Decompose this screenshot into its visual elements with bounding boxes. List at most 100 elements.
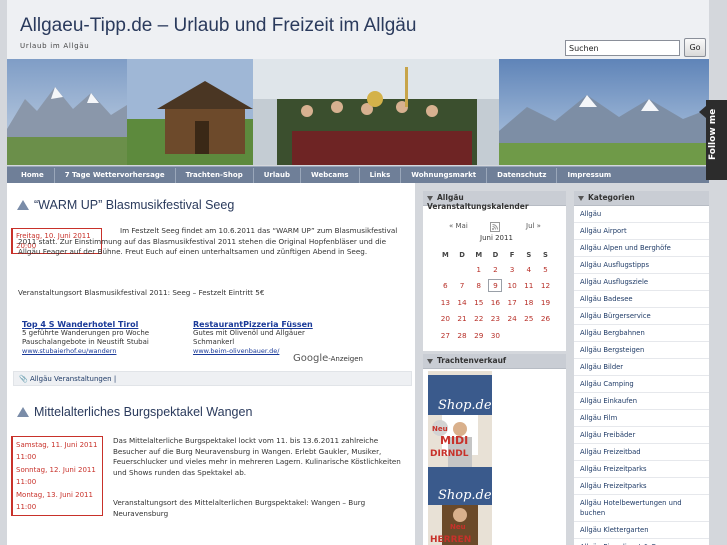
post-title-text[interactable]: Mittelalterliches Burgspektakel Wangen bbox=[34, 405, 252, 419]
calendar-day[interactable]: 29 bbox=[470, 327, 487, 344]
calendar-day[interactable]: 23 bbox=[487, 311, 504, 328]
google-ads-label[interactable]: Google-Anzeigen bbox=[293, 353, 363, 364]
category-link[interactable]: Allgäu Ausflugstipps bbox=[574, 257, 709, 274]
calendar-prev-link[interactable]: « Mai bbox=[449, 222, 468, 230]
follow-arrow-icon bbox=[699, 106, 706, 118]
calendar-day[interactable]: 8 bbox=[470, 278, 487, 295]
ad-unit[interactable]: RestaurantPizzeria Füssen Gutes mit Oliv… bbox=[193, 320, 343, 355]
ad-title[interactable]: RestaurantPizzeria Füssen bbox=[193, 320, 343, 329]
category-link[interactable]: Allgäu Bilder bbox=[574, 359, 709, 376]
calendar-weekday: M bbox=[441, 251, 449, 259]
nav-trachten-shop[interactable]: Trachten-Shop bbox=[176, 167, 254, 183]
nav-datenschutz[interactable]: Datenschutz bbox=[487, 167, 558, 183]
category-link[interactable]: Allgäu Freizeitbad bbox=[574, 444, 709, 461]
svg-text:HERREN: HERREN bbox=[430, 535, 471, 545]
ad-unit[interactable]: Top 4 S Wanderhotel Tirol 5 geführte Wan… bbox=[22, 320, 182, 355]
nav-links[interactable]: Links bbox=[360, 167, 402, 183]
svg-text:Neu: Neu bbox=[432, 425, 448, 433]
calendar-day[interactable]: 18 bbox=[520, 294, 537, 311]
categories-heading: Kategorien bbox=[574, 191, 709, 206]
site-title[interactable]: Allgaeu-Tipp.de – Urlaub und Freizeit im… bbox=[20, 15, 416, 37]
calendar-day[interactable]: 4 bbox=[520, 261, 537, 278]
calendar-day bbox=[520, 327, 537, 344]
category-link[interactable]: Allgäu Bergbahnen bbox=[574, 325, 709, 342]
category-link[interactable]: Allgäu Freibäder bbox=[574, 427, 709, 444]
category-link[interactable]: Allgäu Pizzadienst & Co. bbox=[574, 539, 709, 545]
calendar-day[interactable]: 15 bbox=[470, 294, 487, 311]
calendar-day[interactable]: 24 bbox=[504, 311, 521, 328]
collapse-triangle-icon[interactable] bbox=[578, 195, 584, 201]
category-link[interactable]: Allgäu Camping bbox=[574, 376, 709, 393]
category-link[interactable]: Allgäu Badesee bbox=[574, 291, 709, 308]
calendar-day[interactable]: 13 bbox=[437, 294, 454, 311]
calendar-day[interactable]: 19 bbox=[537, 294, 554, 311]
post-title-text[interactable]: “WARM UP” Blasmusikfestival Seeg bbox=[34, 198, 234, 212]
calendar-day[interactable]: 21 bbox=[454, 311, 471, 328]
post-meta-bar: 📎 Allgäu Veranstaltungen | bbox=[13, 371, 412, 386]
calendar-day[interactable]: 10 bbox=[504, 278, 521, 295]
nav-urlaub[interactable]: Urlaub bbox=[254, 167, 302, 183]
category-link[interactable]: Allgäu Klettergarten bbox=[574, 522, 709, 539]
search-button[interactable]: Go bbox=[684, 38, 706, 57]
event-date-time: 11:00 bbox=[16, 478, 37, 487]
calendar-day[interactable]: 16 bbox=[487, 294, 504, 311]
nav-impressum[interactable]: Impressum bbox=[557, 168, 621, 183]
post-title[interactable]: “WARM UP” Blasmusikfestival Seeg bbox=[17, 198, 234, 212]
calendar-day[interactable]: 6 bbox=[437, 278, 454, 295]
svg-text:DIRNDL: DIRNDL bbox=[430, 449, 469, 459]
category-link[interactable]: Allgäu Bergsteigen bbox=[574, 342, 709, 359]
calendar-day[interactable]: 17 bbox=[504, 294, 521, 311]
category-link[interactable]: Allgäu Ausflugsziele bbox=[574, 274, 709, 291]
calendar-day[interactable]: 14 bbox=[454, 294, 471, 311]
category-link[interactable]: Allgäu Bürgerservice bbox=[574, 308, 709, 325]
post-title[interactable]: Mittelalterliches Burgspektakel Wangen bbox=[17, 405, 252, 419]
calendar-day[interactable]: 22 bbox=[470, 311, 487, 328]
follow-me-tab[interactable]: Follow me bbox=[699, 100, 727, 180]
mountain-icon bbox=[17, 407, 29, 417]
calendar-next-link[interactable]: Jul » bbox=[526, 222, 541, 230]
post-category-link[interactable]: Allgäu Veranstaltungen | bbox=[30, 375, 116, 383]
nav-home[interactable]: Home bbox=[11, 167, 55, 183]
calendar-day[interactable]: 25 bbox=[520, 311, 537, 328]
collapse-triangle-icon[interactable] bbox=[427, 358, 433, 364]
nav-weather[interactable]: 7 Tage Wettervorhersage bbox=[55, 167, 176, 183]
svg-text:Shop.de: Shop.de bbox=[438, 488, 492, 503]
calendar-day bbox=[537, 327, 554, 344]
category-link[interactable]: Allgäu bbox=[574, 206, 709, 223]
category-link[interactable]: Allgäu Freizeitparks bbox=[574, 461, 709, 478]
calendar-day[interactable]: 5 bbox=[537, 261, 554, 278]
calendar-day[interactable]: 27 bbox=[437, 327, 454, 344]
calendar-day[interactable]: 9 bbox=[487, 278, 504, 295]
trachten-heading-text: Trachtenverkauf bbox=[437, 356, 507, 365]
calendar-day[interactable]: 30 bbox=[487, 327, 504, 344]
category-link[interactable]: Allgäu Film bbox=[574, 410, 709, 427]
category-link[interactable]: Allgäu Airport bbox=[574, 223, 709, 240]
calendar-day[interactable]: 11 bbox=[520, 278, 537, 295]
search-input[interactable] bbox=[565, 40, 680, 56]
event-date-day: Montag, 13. Juni 2011 bbox=[16, 490, 93, 499]
calendar-today[interactable]: 9 bbox=[488, 279, 503, 293]
calendar-day[interactable]: 12 bbox=[537, 278, 554, 295]
ad-url[interactable]: www.stubaierhof.eu/wandern bbox=[22, 347, 182, 355]
nav-webcams[interactable]: Webcams bbox=[301, 167, 360, 183]
ad-description: 5 geführte Wanderungen pro Woche Pauscha… bbox=[22, 329, 150, 346]
category-link[interactable]: Allgäu Einkaufen bbox=[574, 393, 709, 410]
calendar-day[interactable]: 20 bbox=[437, 311, 454, 328]
calendar-rss-icon[interactable] bbox=[490, 222, 500, 234]
ad-title[interactable]: Top 4 S Wanderhotel Tirol bbox=[22, 320, 182, 329]
ad-description: Gutes mit Olivenöl und Allgäuer Schmanke… bbox=[193, 329, 305, 346]
category-link[interactable]: Allgäu Hotelbewertungen und buchen bbox=[574, 495, 709, 522]
calendar-day[interactable]: 26 bbox=[537, 311, 554, 328]
calendar-table: MDMDFSS 1 2 3 4 5 6 7 8 9 10 11 12 13 14 15 16 17 18 19 20 2… bbox=[437, 249, 554, 344]
calendar-day[interactable]: 3 bbox=[504, 261, 521, 278]
post-location: Veranstaltungsort Blasmusikfestival 2011… bbox=[18, 288, 265, 297]
calendar-day[interactable]: 1 bbox=[470, 261, 487, 278]
trachten-shop-banner[interactable]: Shop.de Neu MIDI DIRNDL Shop.de Neu HERR… bbox=[428, 371, 492, 545]
calendar-day[interactable]: 28 bbox=[454, 327, 471, 344]
calendar-day[interactable]: 7 bbox=[454, 278, 471, 295]
calendar-day[interactable]: 2 bbox=[487, 261, 504, 278]
collapse-triangle-icon[interactable] bbox=[427, 195, 433, 201]
category-link[interactable]: Allgäu Alpen und Berghöfe bbox=[574, 240, 709, 257]
nav-wohnungsmarkt[interactable]: Wohnungsmarkt bbox=[401, 167, 488, 183]
category-link[interactable]: Allgäu Freizeitparks bbox=[574, 478, 709, 495]
